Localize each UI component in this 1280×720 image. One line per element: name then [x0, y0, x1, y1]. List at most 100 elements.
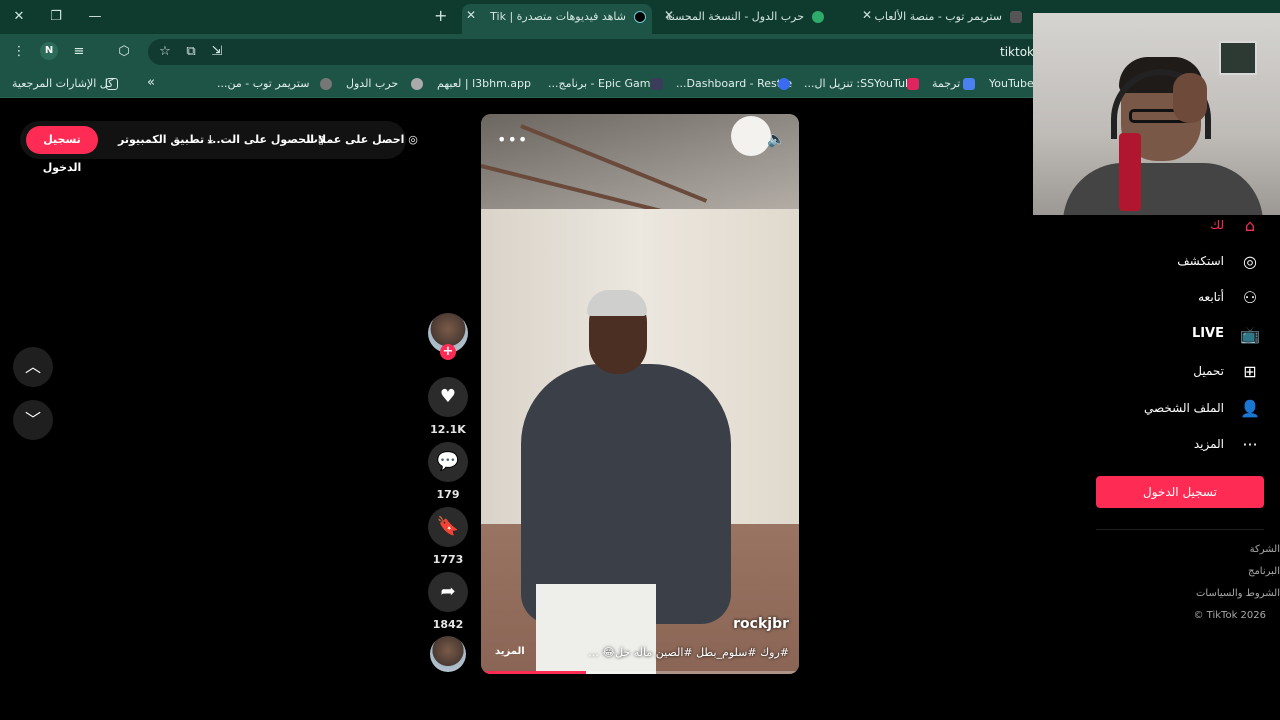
sound-avatar[interactable]: [430, 636, 466, 672]
url-text: tiktok: [1000, 45, 1034, 59]
bookmark-item[interactable]: ترجمة: [932, 77, 960, 90]
footer-copyright: © TikTok 2026: [1193, 610, 1267, 621]
sidebar-item-label: لك: [1210, 218, 1224, 232]
minimize-window-icon[interactable]: —: [84, 6, 106, 28]
progress-bar[interactable]: [481, 671, 586, 674]
footer-link-program[interactable]: البرنامج: [1248, 566, 1280, 577]
previous-video-button[interactable]: ︿: [13, 347, 53, 387]
profile-icon: 👤: [1240, 399, 1260, 418]
profile-avatar[interactable]: N: [40, 42, 58, 60]
address-bar[interactable]: ☆ ⧉ ⇲ tiktok: [148, 39, 1048, 65]
following-icon: ⚇: [1242, 288, 1258, 307]
bookmark-item[interactable]: حرب الدول: [346, 77, 398, 90]
footer-link-company[interactable]: الشركة: [1250, 544, 1280, 555]
bookmark-item[interactable]: SSYouTube: تنزيل ال...: [804, 77, 919, 90]
bookmark-item[interactable]: Dashboard - Restre...: [676, 77, 792, 90]
tab-title: شاهد فيديوهات متصدرة | Tik: [490, 10, 626, 23]
footer-link-terms[interactable]: الشروط والسياسات: [1196, 588, 1280, 599]
coin-icon: ◎: [404, 133, 418, 146]
bookmarks-overflow[interactable]: »: [147, 75, 155, 90]
sidebar-item-upload[interactable]: ⊞ تحميل: [1112, 360, 1262, 384]
tab-close-icon[interactable]: ✕: [466, 8, 476, 22]
chevron-up-icon: ︿: [24, 357, 41, 376]
webcam-frame: [1173, 73, 1207, 123]
bookmark-item[interactable]: ستريمر توب - من...: [217, 77, 309, 90]
tab-streamer[interactable]: ✕ ستريمر توب - منصة الألعاب: [858, 4, 1028, 30]
share-count: 1842: [432, 618, 464, 631]
webcam-frame: [1063, 163, 1263, 215]
comment-action[interactable]: 💬 179: [428, 442, 468, 501]
like-count: 12.1K: [430, 423, 466, 436]
like-action[interactable]: ♥ 12.1K: [428, 377, 468, 436]
translate-icon[interactable]: ⧉: [182, 43, 200, 61]
close-window-icon[interactable]: ✕: [8, 6, 30, 28]
bookmark-item[interactable]: l3bhm.app | لعبهم: [437, 77, 531, 90]
bookmark-item[interactable]: Epic Games - برنامج...: [548, 77, 663, 90]
get-coins-button[interactable]: ◎ احصل على عملات: [307, 133, 418, 146]
tab-close-icon[interactable]: ✕: [862, 8, 872, 22]
desktop-app-label: تطبيق الكمبيوتر: [118, 133, 205, 146]
all-bookmarks[interactable]: كل الإشارات المرجعية: [12, 77, 113, 90]
menu-dots-icon[interactable]: ⋮: [10, 43, 28, 61]
restore-window-icon[interactable]: ❐: [45, 6, 67, 28]
bookmark-star-icon[interactable]: ☆: [156, 43, 174, 61]
sidebar-item-label: تحميل: [1193, 364, 1224, 378]
sidebar-item-label: الملف الشخصي: [1144, 401, 1224, 415]
extensions-icon[interactable]: ⬡: [115, 43, 133, 61]
sidebar-item-following[interactable]: ⚇ أتابعه: [1112, 286, 1262, 310]
webcam-frame: [1219, 41, 1257, 75]
comment-count: 179: [436, 488, 460, 501]
webcam-overlay: [1033, 13, 1280, 215]
save-count: 1773: [432, 553, 464, 566]
desktop-app-button[interactable]: ⤓ تطبيق الكمبيوتر: [118, 133, 213, 147]
bookmark-favicon-icon: [320, 78, 332, 90]
video-caption[interactable]: #روك #سلوم_بطل #الصين ماله حل😂 ...: [588, 646, 789, 659]
webcam-frame: [1119, 133, 1141, 211]
volume-icon[interactable]: 🔈: [767, 130, 786, 148]
tab-tiktok[interactable]: ✕ شاهد فيديوهات متصدرة | Tik: [462, 4, 652, 34]
sidebar-item-foryou[interactable]: ⌂ لك: [1112, 214, 1262, 238]
share-icon[interactable]: ➦: [428, 572, 468, 612]
video-frame: [731, 116, 771, 156]
video-frame: [536, 584, 656, 674]
tiktok-favicon-icon: [634, 11, 646, 23]
follow-button[interactable]: +: [440, 344, 456, 360]
new-tab-button[interactable]: +: [434, 6, 447, 25]
sidebar-login-button[interactable]: تسجيل الدخول: [1096, 476, 1264, 508]
globe-icon: [411, 78, 423, 90]
media-control-icon[interactable]: ≡: [70, 43, 88, 61]
video-frame: [587, 290, 647, 316]
sidebar-item-label: أتابعه: [1198, 290, 1224, 304]
video-author[interactable]: rockjbr: [733, 616, 789, 632]
login-button-top[interactable]: تسجيل الدخول: [26, 126, 98, 174]
tab-harb[interactable]: ✕ حرب الدول - النسخة المحسنة: [660, 4, 830, 30]
install-app-icon[interactable]: ⇲: [208, 43, 226, 61]
save-action[interactable]: 🔖 1773: [428, 507, 468, 566]
sidebar-item-explore[interactable]: ◎ استكشف: [1112, 250, 1262, 274]
tab-title: حرب الدول - النسخة المحسنة: [665, 10, 804, 23]
sidebar-item-live[interactable]: 📺 LIVE: [1112, 323, 1262, 347]
live-icon: 📺: [1240, 325, 1260, 344]
bookmark-item[interactable]: YouTube: [989, 77, 1034, 90]
folder-icon: [106, 78, 118, 90]
sidebar-item-profile[interactable]: 👤 الملف الشخصي: [1112, 397, 1262, 421]
next-video-button[interactable]: ﹀: [13, 400, 53, 440]
sidebar-item-more[interactable]: ··· المزيد: [1112, 433, 1262, 457]
get-app-label: الحصول على الت...: [208, 133, 314, 146]
compass-icon: ◎: [1243, 252, 1257, 271]
caption-more-link[interactable]: المزيد: [495, 646, 525, 657]
share-action[interactable]: ➦ 1842: [428, 572, 468, 631]
ssyoutube-icon: [907, 78, 919, 90]
video-player[interactable]: ••• 🔈 rockjbr #روك #سلوم_بطل #الصين ماله…: [481, 114, 799, 674]
sidebar-item-label: استكشف: [1177, 254, 1224, 268]
sidebar-divider: [1096, 529, 1264, 530]
sidebar-item-label: المزيد: [1193, 437, 1224, 451]
upload-icon: ⊞: [1243, 362, 1257, 381]
translate-favicon-icon: [963, 78, 975, 90]
get-coins-label: احصل على عملات: [307, 133, 405, 146]
bookmark-icon[interactable]: 🔖: [428, 507, 468, 547]
tab-title: ستريمر توب - منصة الألعاب: [874, 10, 1003, 23]
video-options-icon[interactable]: •••: [497, 130, 528, 149]
heart-icon[interactable]: ♥: [428, 377, 468, 417]
comment-icon[interactable]: 💬: [428, 442, 468, 482]
